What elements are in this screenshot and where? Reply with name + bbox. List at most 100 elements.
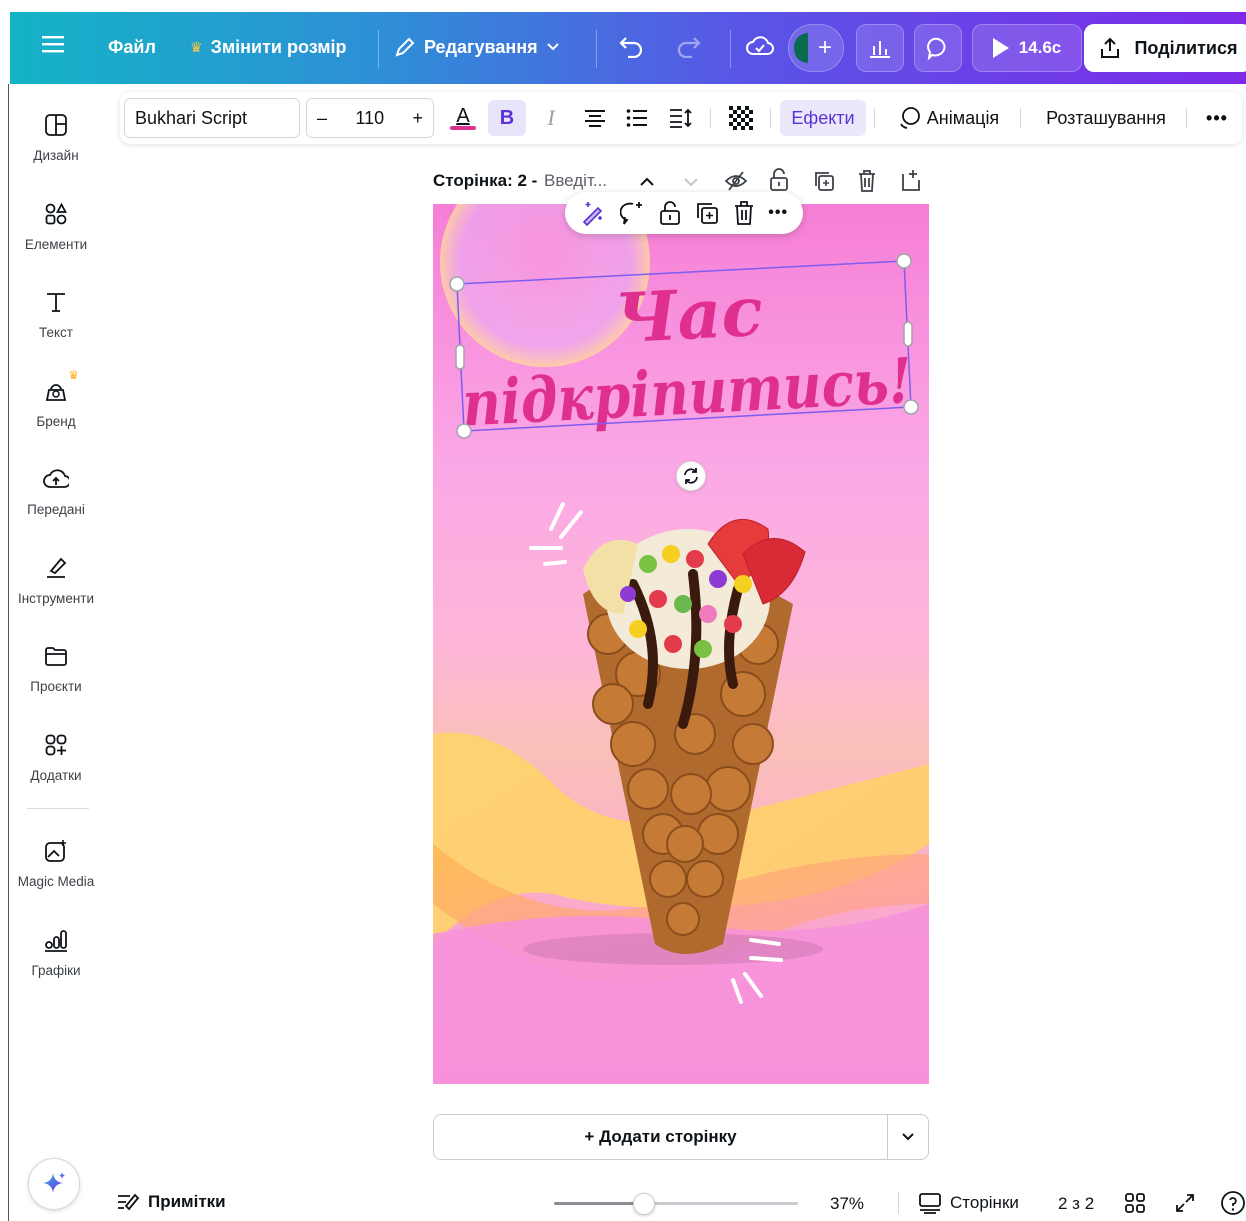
pages-button[interactable]: Сторінки	[918, 1192, 1019, 1214]
comment-add-icon[interactable]	[619, 200, 646, 226]
sidebar-label: Передані	[27, 502, 85, 517]
delete-page-icon[interactable]	[857, 169, 877, 193]
position-button[interactable]: Розташування	[1034, 100, 1178, 136]
align-center-icon[interactable]	[578, 100, 612, 136]
file-menu[interactable]: Файл	[108, 37, 156, 58]
effects-button[interactable]: Ефекти	[780, 100, 866, 136]
sparkle-icon	[43, 1172, 65, 1193]
cloud-saved-icon[interactable]	[746, 34, 774, 58]
trash-icon[interactable]	[733, 200, 755, 226]
lock-icon[interactable]	[769, 168, 789, 192]
comment-icon	[927, 37, 946, 60]
magic-assistant-button[interactable]	[28, 1158, 80, 1210]
layout-icon	[41, 110, 71, 140]
font-size-value[interactable]: 110	[355, 108, 384, 129]
undo-icon[interactable]	[618, 34, 644, 58]
sidebar-item-elements[interactable]: Елементи	[9, 199, 103, 252]
animation-label: Анімація	[926, 107, 1000, 128]
add-collaborator-button[interactable]: +	[788, 24, 844, 72]
notes-button[interactable]: Примітки	[116, 1192, 226, 1212]
avatar	[793, 33, 808, 63]
spacing-icon[interactable]	[664, 100, 698, 136]
sidebar-item-charts[interactable]: Графіки	[9, 925, 103, 978]
duplicate-icon[interactable]	[695, 201, 719, 225]
resize-label: Змінити розмір	[210, 37, 347, 57]
menu-icon[interactable]	[42, 34, 64, 54]
apps-icon	[41, 730, 71, 760]
more-icon[interactable]: •••	[768, 204, 788, 222]
add-page-button[interactable]: + Додати сторінку	[434, 1115, 888, 1159]
italic-icon[interactable]: I	[534, 100, 568, 136]
charts-icon	[41, 925, 71, 955]
sidebar-item-magic-media[interactable]: Magic Media	[9, 836, 103, 889]
list-icon[interactable]	[620, 100, 654, 136]
decrease-size-button[interactable]: –	[317, 108, 327, 129]
insights-button[interactable]	[856, 24, 904, 72]
zoom-value[interactable]: 37%	[830, 1194, 864, 1214]
magic-media-icon	[41, 836, 71, 866]
design-page[interactable]: Час підкріпитись!	[433, 204, 929, 1084]
magic-edit-icon[interactable]	[580, 200, 606, 226]
sidebar-item-apps[interactable]: Додатки	[9, 730, 103, 783]
brand-icon: ♛	[41, 368, 79, 406]
present-button[interactable]: 14.6с	[972, 24, 1082, 72]
chevron-down-icon	[902, 1133, 914, 1141]
font-selector[interactable]: Bukhari Script	[124, 98, 300, 138]
chevron-down-icon	[546, 43, 559, 51]
grid-view-icon[interactable]	[1124, 1192, 1146, 1214]
add-page-dropdown[interactable]	[888, 1115, 928, 1159]
font-name: Bukhari Script	[135, 107, 248, 128]
fullscreen-icon[interactable]	[1174, 1192, 1196, 1214]
zoom-slider[interactable]	[554, 1193, 798, 1215]
bold-icon[interactable]: B	[488, 100, 526, 136]
selection-box[interactable]	[433, 204, 929, 464]
lock-icon[interactable]	[659, 200, 681, 226]
chevron-up-icon[interactable]	[639, 176, 655, 188]
add-page-icon[interactable]	[901, 168, 923, 192]
page-title-input[interactable]: Введіт...	[544, 171, 607, 191]
sidebar-label: Текст	[39, 325, 73, 340]
more-options-icon[interactable]: •••	[1200, 100, 1234, 136]
sidebar-item-uploads[interactable]: Передані	[9, 464, 103, 517]
sidebar-label: Бренд	[36, 414, 76, 429]
sidebar-item-projects[interactable]: Проєкти	[9, 641, 103, 694]
transparency-icon[interactable]	[724, 100, 758, 136]
sidebar-item-tools[interactable]: Інструменти	[9, 553, 103, 606]
duplicate-page-icon[interactable]	[813, 170, 835, 192]
increase-size-button[interactable]: +	[412, 108, 423, 129]
sidebar-item-design[interactable]: Дизайн	[9, 110, 103, 163]
add-page-control: + Додати сторінку	[433, 1114, 929, 1160]
footer-bar: Примітки 37% Сторінки 2 з 2	[102, 1186, 1246, 1221]
page-count: 2 з 2	[1058, 1194, 1095, 1213]
add-page-label: + Додати сторінку	[584, 1127, 737, 1146]
share-icon	[1101, 37, 1120, 58]
rotate-handle[interactable]	[676, 461, 706, 491]
redo-icon[interactable]	[676, 34, 702, 58]
text-color-swatch	[450, 126, 476, 130]
text-color-icon: A	[456, 105, 470, 127]
resize-handle	[456, 423, 472, 439]
resize-button[interactable]: ♛ Змінити розмір	[190, 37, 347, 58]
animation-button[interactable]: Анімація	[888, 100, 1008, 136]
draw-icon	[41, 553, 71, 583]
animation-icon	[900, 107, 920, 129]
comments-button[interactable]	[914, 24, 962, 72]
chevron-down-icon[interactable]	[683, 176, 699, 188]
sidebar-item-text[interactable]: Текст	[9, 287, 103, 340]
resize-handle	[903, 321, 913, 347]
left-sidebar: Дизайн Елементи Текст ♛ Бренд Передані І…	[8, 84, 102, 1221]
sidebar-label: Елементи	[24, 237, 88, 252]
notes-icon	[118, 1193, 140, 1211]
text-color-button[interactable]: A	[446, 100, 480, 136]
share-button[interactable]: Поділитися	[1084, 24, 1246, 72]
zoom-slider-thumb[interactable]	[633, 1193, 655, 1215]
resize-handle	[455, 344, 465, 370]
help-icon[interactable]	[1220, 1190, 1246, 1216]
edit-mode-button[interactable]: Редагування	[394, 36, 560, 58]
edit-label: Редагування	[424, 36, 538, 57]
hide-page-icon[interactable]	[724, 170, 748, 192]
sidebar-item-brand[interactable]: ♛ Бренд	[9, 368, 103, 429]
notes-label: Примітки	[148, 1192, 226, 1211]
chart-icon	[870, 41, 890, 58]
share-label: Поділитися	[1134, 37, 1238, 58]
